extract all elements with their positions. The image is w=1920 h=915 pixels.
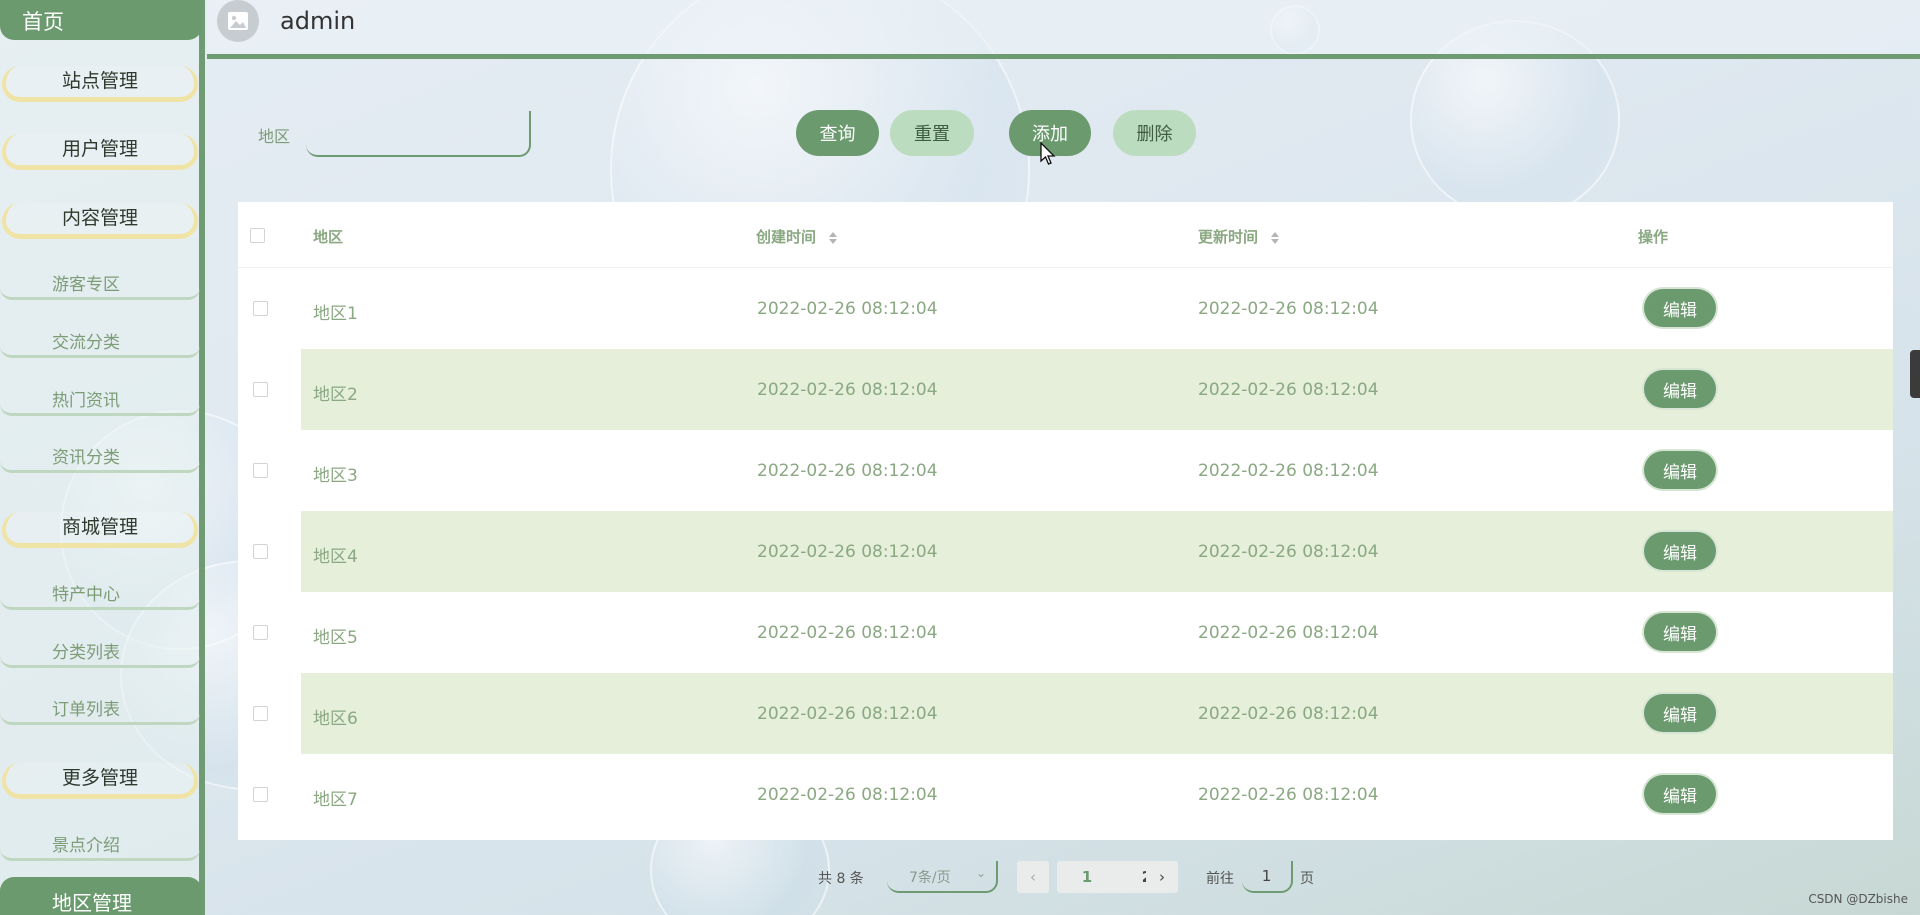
- cell-created: 2022-02-26 08:12:04: [757, 623, 938, 643]
- sidebar-item-news-category[interactable]: 资讯分类: [0, 443, 200, 473]
- next-page-button[interactable]: ›: [1146, 861, 1178, 893]
- table-header: 地区 创建时间 更新时间 操作: [238, 202, 1893, 268]
- column-header-created-label: 创建时间: [756, 228, 817, 246]
- mouse-cursor-icon: [1040, 142, 1056, 165]
- cell-region: 地区1: [313, 304, 358, 324]
- search-region-input[interactable]: [306, 111, 531, 157]
- sort-icon[interactable]: [829, 231, 839, 244]
- page-number-current[interactable]: 1: [1082, 868, 1092, 886]
- row-checkbox[interactable]: [253, 301, 268, 316]
- avatar[interactable]: [217, 0, 259, 42]
- cell-created: 2022-02-26 08:12:04: [757, 299, 938, 319]
- table-row: 地区7 2022-02-26 08:12:04 2022-02-26 08:12…: [238, 754, 1893, 835]
- search-region-label: 地区: [258, 127, 291, 146]
- sidebar-group-mall[interactable]: 商城管理: [2, 512, 198, 548]
- edit-button[interactable]: 编辑: [1644, 532, 1716, 570]
- edit-button[interactable]: 编辑: [1644, 451, 1716, 489]
- cell-region: 地区3: [313, 466, 358, 486]
- sidebar-item-forum-category[interactable]: 交流分类: [0, 328, 200, 358]
- edit-button[interactable]: 编辑: [1644, 613, 1716, 651]
- sidebar-item-attractions[interactable]: 景点介绍: [0, 831, 200, 861]
- cell-created: 2022-02-26 08:12:04: [757, 542, 938, 562]
- table-row: 地区4 2022-02-26 08:12:04 2022-02-26 08:12…: [238, 511, 1893, 592]
- sidebar: 首页 站点管理 用户管理 内容管理 游客专区 交流分类 热门资讯 资讯分类 商城…: [0, 0, 205, 915]
- chevron-right-icon: ›: [1159, 868, 1165, 886]
- cell-updated: 2022-02-26 08:12:04: [1198, 461, 1379, 481]
- cell-created: 2022-02-26 08:12:04: [757, 461, 938, 481]
- goto-page-input[interactable]: 1: [1242, 861, 1293, 893]
- row-checkbox[interactable]: [253, 382, 268, 397]
- row-checkbox[interactable]: [253, 706, 268, 721]
- reset-button[interactable]: 重置: [890, 110, 974, 156]
- edit-button[interactable]: 编辑: [1644, 694, 1716, 732]
- goto-suffix: 页: [1300, 871, 1314, 887]
- sidebar-item-tourist-zone[interactable]: 游客专区: [0, 270, 200, 300]
- side-scroll-handle[interactable]: [1910, 350, 1920, 398]
- edit-button[interactable]: 编辑: [1644, 370, 1716, 408]
- column-header-actions: 操作: [1638, 228, 1669, 246]
- sidebar-item-specialty[interactable]: 特产中心: [0, 580, 200, 610]
- sidebar-home[interactable]: 首页: [0, 0, 202, 40]
- username: admin: [280, 7, 356, 35]
- page-size-select[interactable]: 7条/页 ⌄: [887, 861, 998, 893]
- cell-region: 地区5: [313, 628, 358, 648]
- goto-prefix: 前往: [1206, 871, 1234, 887]
- edit-button[interactable]: 编辑: [1644, 775, 1716, 813]
- watermark: CSDN @DZbishe: [1808, 892, 1908, 906]
- cell-updated: 2022-02-26 08:12:04: [1198, 623, 1379, 643]
- sidebar-group-more[interactable]: 更多管理: [2, 763, 198, 799]
- cell-updated: 2022-02-26 08:12:04: [1198, 542, 1379, 562]
- cell-updated: 2022-02-26 08:12:04: [1198, 299, 1379, 319]
- page-size-value: 7条/页: [909, 870, 951, 886]
- cell-region: 地区4: [313, 547, 358, 567]
- image-icon: [228, 12, 248, 30]
- cell-created: 2022-02-26 08:12:04: [757, 380, 938, 400]
- table-row: 地区3 2022-02-26 08:12:04 2022-02-26 08:12…: [238, 430, 1893, 511]
- sidebar-item-region-active[interactable]: 地区管理: [0, 877, 202, 915]
- top-bar: admin: [207, 0, 1920, 59]
- prev-page-button[interactable]: ‹: [1017, 861, 1049, 893]
- sort-icon[interactable]: [1271, 231, 1281, 244]
- cell-region: 地区2: [313, 385, 358, 405]
- row-checkbox[interactable]: [253, 625, 268, 640]
- cell-updated: 2022-02-26 08:12:04: [1198, 785, 1379, 805]
- chevron-down-icon: ⌄: [975, 866, 986, 880]
- cell-created: 2022-02-26 08:12:04: [757, 704, 938, 724]
- delete-button[interactable]: 删除: [1113, 110, 1196, 156]
- row-checkbox[interactable]: [253, 544, 268, 559]
- pagination-total: 共 8 条: [818, 871, 864, 887]
- select-all-checkbox[interactable]: [250, 228, 265, 243]
- column-header-updated[interactable]: 更新时间: [1198, 226, 1281, 247]
- cell-created: 2022-02-26 08:12:04: [757, 785, 938, 805]
- cell-updated: 2022-02-26 08:12:04: [1198, 380, 1379, 400]
- table-row: 地区2 2022-02-26 08:12:04 2022-02-26 08:12…: [238, 349, 1893, 430]
- sidebar-group-site[interactable]: 站点管理: [2, 66, 198, 102]
- sidebar-group-users[interactable]: 用户管理: [2, 134, 198, 170]
- edit-button[interactable]: 编辑: [1644, 289, 1716, 327]
- cell-region: 地区7: [313, 790, 358, 810]
- cell-updated: 2022-02-26 08:12:04: [1198, 704, 1379, 724]
- sidebar-item-category-list[interactable]: 分类列表: [0, 638, 200, 668]
- table-row: 地区6 2022-02-26 08:12:04 2022-02-26 08:12…: [238, 673, 1893, 754]
- row-checkbox[interactable]: [253, 463, 268, 478]
- chevron-left-icon: ‹: [1030, 868, 1036, 886]
- table-row: 地区5 2022-02-26 08:12:04 2022-02-26 08:12…: [238, 592, 1893, 673]
- column-header-region: 地区: [313, 228, 344, 246]
- region-table: 地区 创建时间 更新时间 操作 地区1 2022-02-26 08:12:04 …: [238, 202, 1893, 840]
- column-header-created[interactable]: 创建时间: [756, 226, 839, 247]
- sidebar-group-content[interactable]: 内容管理: [2, 203, 198, 239]
- cell-region: 地区6: [313, 709, 358, 729]
- sidebar-item-order-list[interactable]: 订单列表: [0, 695, 200, 725]
- query-button[interactable]: 查询: [796, 110, 879, 156]
- row-checkbox[interactable]: [253, 787, 268, 802]
- column-header-updated-label: 更新时间: [1198, 228, 1259, 246]
- sidebar-item-hot-news[interactable]: 热门资讯: [0, 386, 200, 416]
- table-row: 地区1 2022-02-26 08:12:04 2022-02-26 08:12…: [238, 268, 1893, 349]
